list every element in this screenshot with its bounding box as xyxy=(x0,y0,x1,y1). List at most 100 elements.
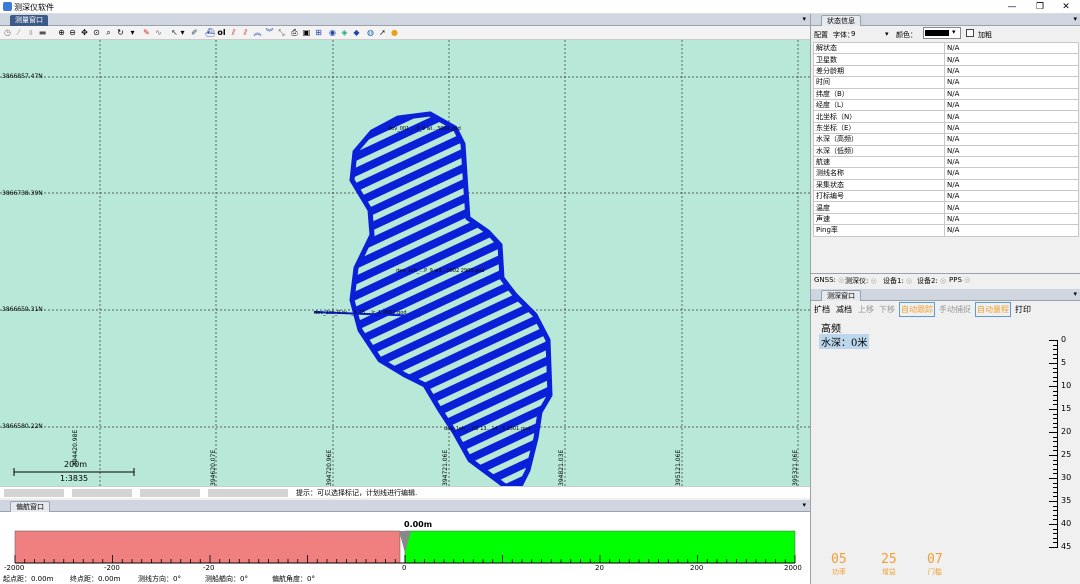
depth-value: 水深：0米 xyxy=(819,334,870,349)
refresh-icon[interactable]: ↻ xyxy=(116,28,125,37)
panel-menu-icon[interactable]: ▾ xyxy=(802,501,806,509)
ruler-tick xyxy=(1053,537,1057,539)
ruler-tick xyxy=(1053,418,1057,420)
zoom-in-icon[interactable]: ⊕ xyxy=(57,28,66,37)
minimize-button[interactable]: — xyxy=(1000,1,1024,13)
ruler-label: 40 xyxy=(1061,519,1072,528)
track-label: dev_1ch_0 tv..._5 18 ...lc_1 2002.god xyxy=(314,310,407,316)
status-row-value: N/A xyxy=(944,167,1079,180)
tab-survey-window[interactable]: 测量窗口 xyxy=(10,15,48,26)
panel-menu-icon[interactable]: ▾ xyxy=(802,15,806,23)
axis-label: -2000 xyxy=(4,564,25,572)
pause-icon[interactable]: ॥ xyxy=(26,28,35,37)
ruler-label: 45 xyxy=(1061,542,1072,551)
deviation-panel-header: 偏航窗口 ▾ xyxy=(0,500,810,512)
map-canvas[interactable] xyxy=(0,40,810,486)
layers-icon[interactable]: ◆ xyxy=(352,28,361,37)
status-row: 水深（高频） N/A xyxy=(813,133,1079,146)
ruler-tick xyxy=(1053,349,1057,351)
tab-deviation-window[interactable]: 偏航窗口 xyxy=(10,501,50,512)
select-dropdown-icon[interactable]: ▾ xyxy=(178,28,187,37)
measure-icon[interactable]: ⤡ xyxy=(277,28,286,37)
chevron-down-icon[interactable]: ︾ xyxy=(265,28,274,37)
play-icon[interactable]: ◷ xyxy=(3,28,12,37)
print-icon[interactable]: ⎙ xyxy=(290,28,299,37)
expand-range-button[interactable]: 扩档 xyxy=(814,304,830,315)
ruler-tick xyxy=(1053,372,1057,374)
easting-label: 394821.03E xyxy=(558,449,565,486)
boat-icon[interactable]: ▬ xyxy=(38,28,47,37)
zoom-window-icon[interactable]: ⊙ xyxy=(92,28,101,37)
print-button[interactable]: 打印 xyxy=(1015,304,1031,315)
more-dropdown-icon[interactable]: ▾ xyxy=(128,28,137,37)
ruler-axis xyxy=(1057,340,1058,548)
erase-icon[interactable]: ∿ xyxy=(154,28,163,37)
status-row-name: 北坐标（N） xyxy=(813,110,945,123)
brush-icon[interactable]: ✐ xyxy=(190,28,199,37)
reduce-range-button[interactable]: 减档 xyxy=(836,304,852,315)
ruler-tick xyxy=(1053,491,1057,493)
grid-icon[interactable]: ⊞ xyxy=(314,28,323,37)
survey-map[interactable]: 3866857.47N 3866738.39N 3866659.31N 3866… xyxy=(0,40,810,486)
status-row-value: N/A xyxy=(944,121,1079,135)
move-up-button[interactable]: 上移 xyxy=(858,304,874,315)
manual-capture-button[interactable]: 手动捕捉 xyxy=(939,304,971,315)
easting-label: 394721.06E xyxy=(442,449,449,486)
color-label: 颜色： xyxy=(896,31,917,39)
cursor-icon[interactable]: ➚ xyxy=(378,28,387,37)
pan-icon[interactable]: ✥ xyxy=(80,28,89,37)
northing-label: 3866659.31N xyxy=(2,306,43,313)
globe-icon[interactable]: ◍ xyxy=(366,28,375,37)
color-select[interactable]: ▾ xyxy=(923,27,961,39)
multi-line-icon[interactable]: ⫽ xyxy=(241,28,250,37)
status-row-value: N/A xyxy=(944,144,1079,157)
chevron-up-icon[interactable]: ︽ xyxy=(253,28,262,37)
tab-status-info[interactable]: 状态信息 xyxy=(821,15,861,26)
panel-menu-icon[interactable]: ▾ xyxy=(1073,290,1077,298)
auto-range-button[interactable]: 自动量程 xyxy=(975,302,1011,317)
status-row: 差分龄期 N/A xyxy=(813,64,1079,78)
ruler-tick xyxy=(1049,547,1057,548)
line-tool-icon[interactable]: ⫽ xyxy=(229,28,238,37)
ship-icon[interactable]: ⛴ xyxy=(205,28,215,37)
end-distance: 终点距：0.00m xyxy=(70,575,121,583)
status-row-value: N/A xyxy=(944,201,1079,214)
move-down-button[interactable]: 下移 xyxy=(879,304,895,315)
ruler-tick xyxy=(1053,459,1057,461)
ruler-tick xyxy=(1053,381,1057,383)
smile-icon[interactable]: ● xyxy=(390,28,399,37)
ruler-tick xyxy=(1053,450,1057,452)
status-row: 时间 N/A xyxy=(813,76,1079,89)
text-icon[interactable]: ol xyxy=(217,28,226,37)
status-row-name: 时间 xyxy=(813,76,945,89)
pin-marker-icon[interactable]: ✎ xyxy=(142,28,151,37)
zoom-out-icon[interactable]: ⊖ xyxy=(68,28,77,37)
easting-label: 395121.06E xyxy=(675,449,682,486)
status-row-name: 水深（低频） xyxy=(813,144,945,157)
auto-track-button[interactable]: 自动跟踪 xyxy=(899,302,935,317)
bold-checkbox[interactable] xyxy=(966,29,974,37)
waypoint-icon[interactable]: ◈ xyxy=(340,28,349,37)
restore-button[interactable]: ❐ xyxy=(1028,1,1052,13)
location-icon[interactable]: ◉ xyxy=(328,28,337,37)
close-button[interactable]: ✕ xyxy=(1054,1,1078,13)
device-status-device1: 设备1: ◎ xyxy=(883,277,913,285)
panel-menu-icon[interactable]: ▾ xyxy=(1073,15,1077,23)
ruler-tick xyxy=(1053,473,1057,475)
ruler-label: 25 xyxy=(1061,450,1072,459)
ruler-tick xyxy=(1053,514,1057,516)
axis-label: -20 xyxy=(203,564,215,572)
tab-sounder-window[interactable]: 测深窗口 xyxy=(821,290,861,301)
font-size-select[interactable]: 9 ▾ xyxy=(851,30,891,38)
zoom-full-icon[interactable]: ⌕ xyxy=(104,28,113,37)
ruler-tick xyxy=(1053,533,1057,535)
ruler-tick xyxy=(1053,427,1057,429)
ruler-tick xyxy=(1053,358,1057,360)
image-icon[interactable]: ▣ xyxy=(302,28,311,37)
ruler-tick xyxy=(1053,496,1057,498)
ruler-tick xyxy=(1053,436,1057,438)
status-row-value: N/A xyxy=(944,98,1079,112)
ruler-label: 0 xyxy=(1061,335,1067,344)
ruler-tick xyxy=(1053,528,1057,530)
step-icon[interactable]: ⁄ xyxy=(14,28,23,37)
